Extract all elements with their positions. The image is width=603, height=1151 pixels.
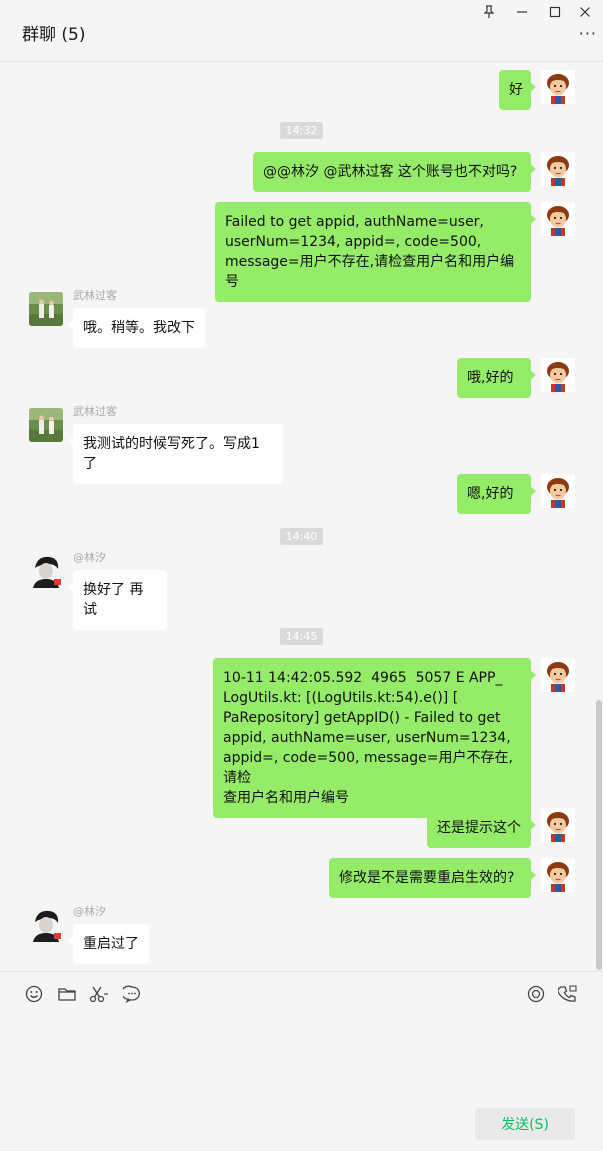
my-avatar[interactable] xyxy=(541,808,575,842)
sender-name: @林汐 xyxy=(73,551,106,564)
my-avatar[interactable] xyxy=(541,658,575,692)
sender-name: @林汐 xyxy=(73,905,106,918)
other-message-bubble[interactable]: 哦。稍等。我改下 xyxy=(68,308,205,348)
my-avatar[interactable] xyxy=(541,70,575,104)
emoji-icon[interactable] xyxy=(24,984,44,1004)
maximize-icon[interactable] xyxy=(544,3,566,21)
my-avatar[interactable] xyxy=(541,152,575,186)
title-bar: 群聊 (5) ··· xyxy=(0,0,603,62)
message-input[interactable] xyxy=(0,1012,603,1102)
live-icon[interactable] xyxy=(526,984,546,1004)
my-message-bubble[interactable]: 哦,好的 xyxy=(457,358,536,398)
other-message-bubble[interactable]: 重启过了 xyxy=(68,924,149,964)
my-avatar[interactable] xyxy=(541,858,575,892)
timestamp-divider: 14:45 xyxy=(280,628,323,645)
my-message-bubble[interactable]: 好 xyxy=(499,70,536,110)
sender-avatar[interactable] xyxy=(29,554,63,588)
timestamp-divider: 14:32 xyxy=(280,122,323,139)
composer-toolbar xyxy=(0,972,603,1012)
sender-avatar[interactable] xyxy=(29,292,63,326)
chat-history-icon[interactable] xyxy=(122,984,142,1004)
my-message-bubble[interactable]: 嗯,好的 xyxy=(457,474,536,514)
my-message-bubble[interactable]: @@林汐 @武林过客 这个账号也不对吗? xyxy=(253,152,536,192)
pin-icon[interactable] xyxy=(478,3,500,21)
sender-name: 武林过客 xyxy=(73,405,117,418)
my-avatar[interactable] xyxy=(541,474,575,508)
folder-icon[interactable] xyxy=(57,984,77,1004)
my-message-bubble[interactable]: 还是提示这个 xyxy=(427,808,536,848)
sender-name: 武林过客 xyxy=(73,289,117,302)
other-message-bubble[interactable]: 我测试的时候写死了。写成1了 xyxy=(68,424,283,484)
chat-title: 群聊 (5) xyxy=(22,25,86,45)
more-options-button[interactable]: ··· xyxy=(579,26,597,42)
chat-message-list[interactable]: 好 14:32 @@林汐 @武林过客 这个账号也不对吗? Failed to get … xyxy=(0,62,603,971)
chat-scrollbar[interactable] xyxy=(596,700,602,970)
send-button[interactable]: 发送(S) xyxy=(475,1108,575,1140)
timestamp-divider: 14:40 xyxy=(280,528,323,545)
my-message-bubble[interactable]: Failed to get appid, authName=user, user… xyxy=(215,202,536,302)
minimize-icon[interactable] xyxy=(511,3,533,21)
my-message-bubble[interactable]: 10-11 14:42:05.592 4965 5057 E APP_ LogU… xyxy=(213,658,536,818)
sender-avatar[interactable] xyxy=(29,408,63,442)
sender-avatar[interactable] xyxy=(29,908,63,942)
my-avatar[interactable] xyxy=(541,202,575,236)
other-message-bubble[interactable]: 换好了 再试 xyxy=(68,570,167,630)
my-avatar[interactable] xyxy=(541,358,575,392)
scissors-icon[interactable] xyxy=(89,984,109,1004)
close-icon[interactable] xyxy=(574,3,596,21)
my-message-bubble[interactable]: 修改是不是需要重启生效的? xyxy=(329,858,536,898)
call-icon[interactable] xyxy=(558,984,578,1004)
